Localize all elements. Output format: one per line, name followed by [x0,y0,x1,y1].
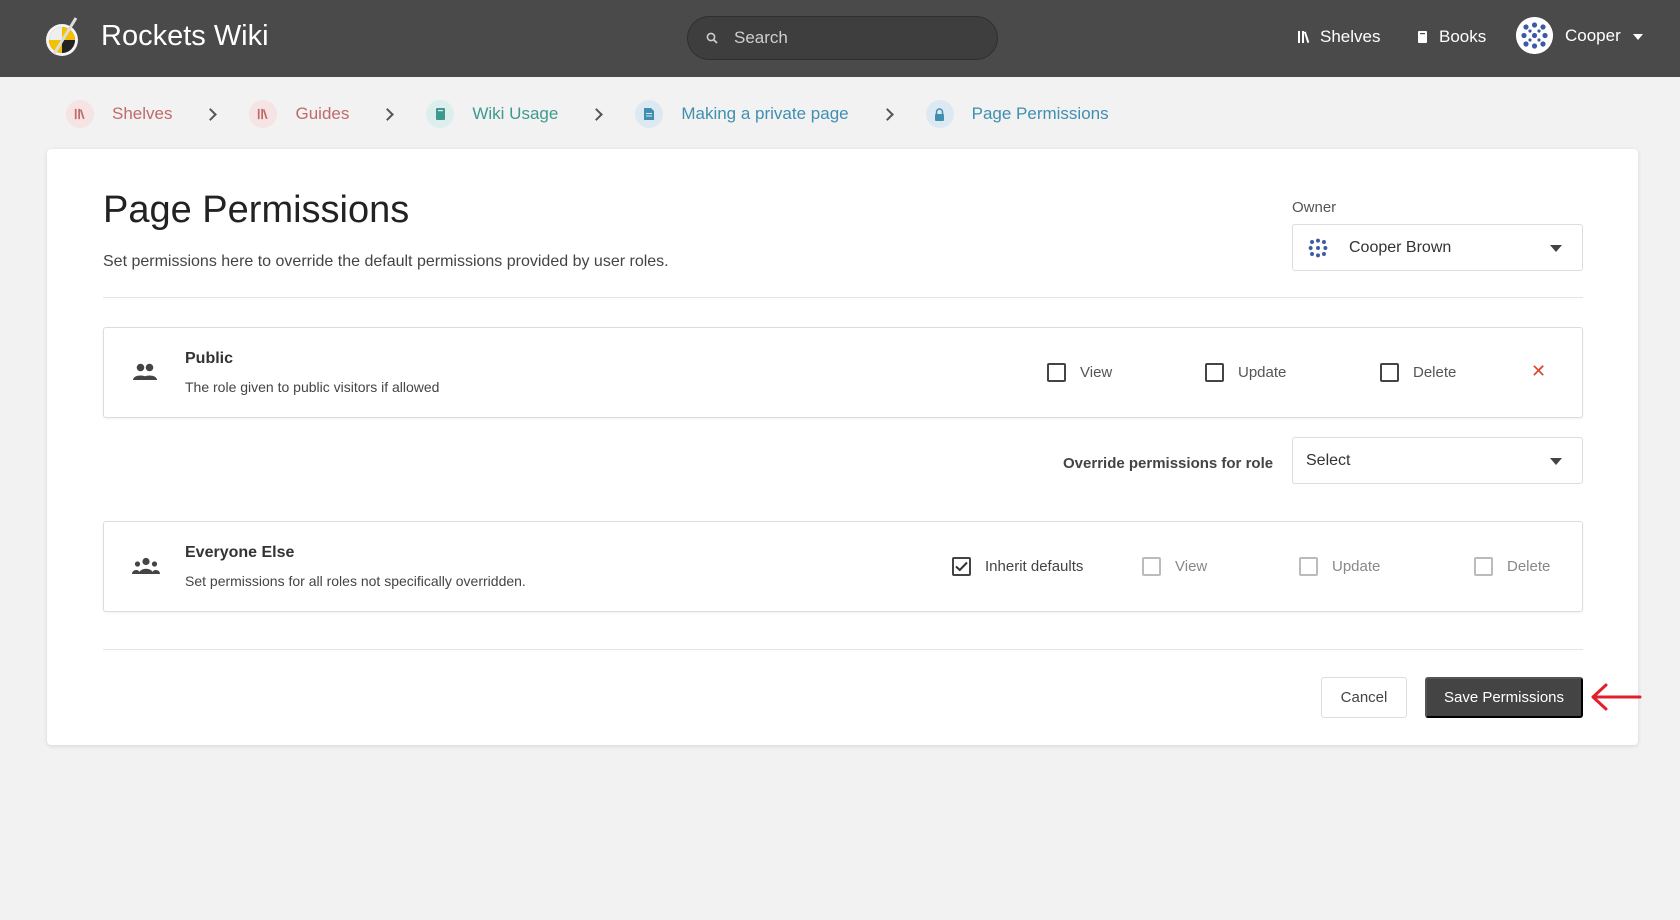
nav-books-link[interactable]: Books [1416,27,1486,47]
breadcrumb-wiki-usage[interactable]: Wiki Usage [426,100,558,128]
checkbox[interactable] [1047,363,1066,382]
breadcrumb-label: Wiki Usage [472,104,559,123]
breadcrumb-making-private-page[interactable]: Making a private page [635,100,849,128]
breadcrumb: Shelves Guides Wiki Usage Making a priva… [66,97,1109,131]
lock-icon [925,100,954,128]
override-role-label: Override permissions for role [1063,455,1274,472]
close-icon[interactable]: ✕ [1531,361,1546,382]
select-value: Select [1306,451,1351,469]
chevron-right-icon [381,107,395,121]
logo-icon[interactable] [42,14,82,62]
role-row-everyone-else: Everyone Else Set permissions for all ro… [103,521,1583,612]
checkbox-label: Update [1332,558,1381,575]
checkbox-label: Update [1238,364,1287,381]
everyone-update-checkbox: Update [1299,557,1380,576]
divider [103,297,1583,298]
breadcrumb-page-permissions[interactable]: Page Permissions [925,100,1109,128]
page-icon [635,100,664,128]
chevron-right-icon [590,107,604,121]
role-description: The role given to public visitors if all… [185,379,440,395]
shelves-icon [66,100,94,128]
breadcrumb-shelves[interactable]: Shelves [66,100,172,128]
checkbox [1474,557,1493,576]
search-bar[interactable] [687,16,998,60]
role-row-public: Public The role given to public visitors… [103,327,1583,418]
override-role-select[interactable]: Select [1292,437,1583,484]
avatar-pattern-icon [1516,17,1553,54]
checkbox-label: Delete [1507,558,1551,575]
owner-value: Cooper Brown [1349,238,1452,256]
search-icon [706,32,718,44]
breadcrumb-label: Guides [295,104,350,123]
nav-shelves-link[interactable]: Shelves [1297,27,1380,47]
top-header: Rockets Wiki Shelves Books [0,0,1680,77]
checkbox [1142,557,1161,576]
chevron-down-icon [1550,458,1562,465]
inherit-defaults-checkbox[interactable]: Inherit defaults [952,557,1083,576]
public-view-checkbox[interactable]: View [1047,363,1112,382]
check-icon [955,561,968,572]
app-title[interactable]: Rockets Wiki [101,20,269,53]
breadcrumb-guides[interactable]: Guides [249,100,349,128]
checkbox-label: Delete [1413,364,1457,381]
role-name: Everyone Else [185,544,295,561]
checkbox-checked[interactable] [952,557,971,576]
everyone-view-checkbox: View [1142,557,1207,576]
breadcrumb-label: Page Permissions [971,104,1109,123]
chevron-down-icon [1550,245,1562,252]
nav-shelves-label: Shelves [1320,27,1381,46]
search-input[interactable] [734,28,974,48]
everyone-delete-checkbox: Delete [1474,557,1550,576]
checkbox[interactable] [1205,363,1224,382]
chevron-down-icon [1632,33,1643,40]
cancel-button[interactable]: Cancel [1321,677,1407,718]
public-update-checkbox[interactable]: Update [1205,363,1286,382]
divider [103,649,1583,650]
breadcrumb-label: Making a private page [681,104,849,123]
users-icon [133,363,157,380]
public-delete-checkbox[interactable]: Delete [1380,363,1456,382]
chevron-right-icon [204,107,218,121]
checkbox-label: View [1080,364,1113,381]
chevron-right-icon [880,107,894,121]
book-icon [1418,31,1427,43]
save-permissions-button[interactable]: Save Permissions [1425,677,1583,718]
nav-books-label: Books [1439,27,1487,46]
user-menu[interactable]: Cooper [1516,17,1643,54]
annotation-arrow-icon [1591,683,1642,711]
page-title: Page Permissions [103,189,410,231]
permissions-card: Page Permissions Set permissions here to… [47,149,1638,745]
checkbox[interactable] [1380,363,1399,382]
avatar [1305,234,1331,261]
shelves-icon [249,100,278,128]
user-name: Cooper [1565,25,1621,45]
group-icon [132,557,160,574]
checkbox-label: Inherit defaults [985,558,1084,575]
owner-label: Owner [1292,199,1337,216]
book-icon [426,100,455,128]
owner-select[interactable]: Cooper Brown [1292,224,1583,271]
breadcrumb-label: Shelves [112,104,173,123]
shelves-icon [1298,31,1310,44]
checkbox-label: View [1175,558,1208,575]
page-description: Set permissions here to override the def… [103,253,669,270]
role-description: Set permissions for all roles not specif… [185,573,526,589]
checkbox [1299,557,1318,576]
avatar [1516,17,1553,54]
role-name: Public [185,350,234,367]
